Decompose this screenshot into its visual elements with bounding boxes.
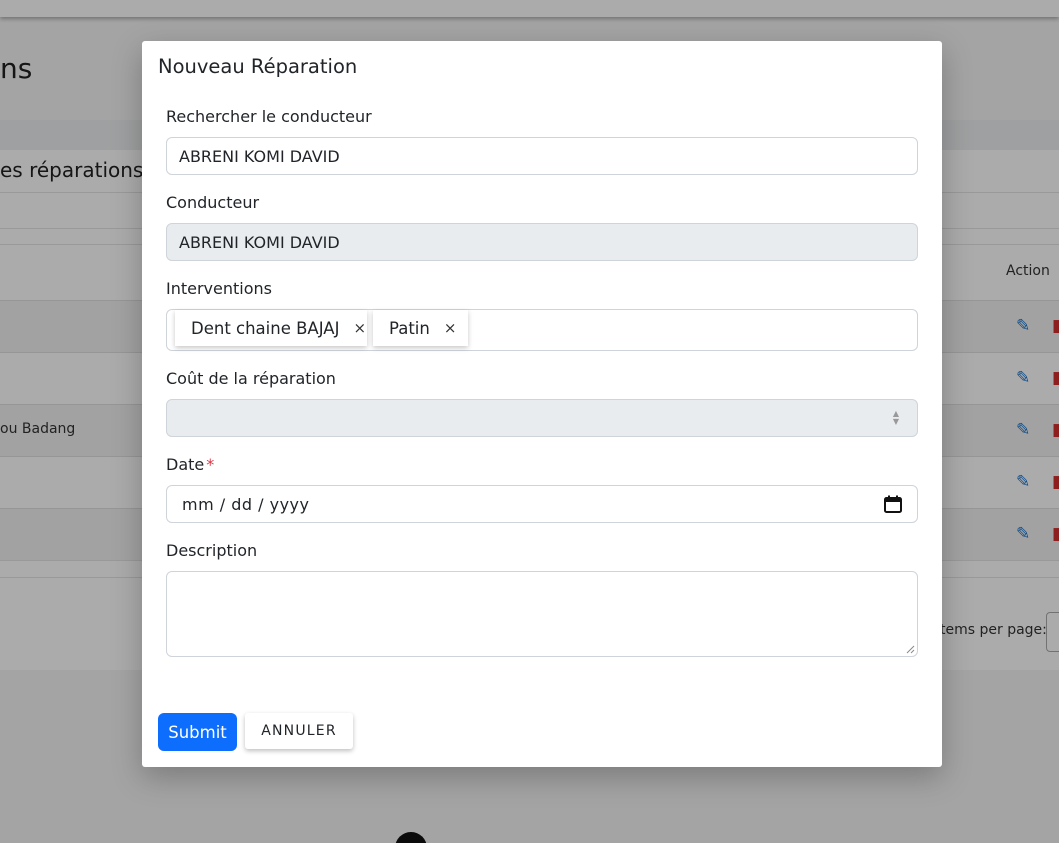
date-label-text: Date	[166, 455, 205, 474]
chip-label: Dent chaine BAJAJ	[191, 318, 340, 338]
driver-label: Conducteur	[166, 193, 260, 212]
submit-button[interactable]: Submit	[158, 713, 237, 751]
search-driver-value: ABRENI KOMI DAVID	[179, 146, 340, 166]
search-driver-input[interactable]: ABRENI KOMI DAVID	[166, 137, 918, 175]
description-textarea[interactable]	[166, 571, 918, 657]
interventions-multiselect[interactable]: Dent chaine BAJAJ × Patin ×	[166, 309, 918, 351]
dialog-title: Nouveau Réparation	[158, 55, 358, 78]
chip-remove-icon[interactable]: ×	[353, 319, 366, 337]
intervention-chip: Patin ×	[373, 310, 468, 346]
number-spinner-icon: ▲ ▼	[892, 409, 900, 426]
cost-label: Coût de la réparation	[166, 369, 336, 388]
interventions-label: Interventions	[166, 279, 272, 298]
new-repair-dialog: Nouveau Réparation Rechercher le conduct…	[142, 41, 942, 767]
required-mark: *	[206, 455, 215, 474]
chip-remove-icon[interactable]: ×	[444, 319, 457, 337]
resize-handle-icon[interactable]	[905, 644, 915, 654]
date-input[interactable]: mm / dd / yyyy	[166, 485, 918, 523]
driver-value: ABRENI KOMI DAVID	[179, 232, 340, 252]
cancel-button[interactable]: ANNULER	[245, 713, 353, 749]
calendar-icon[interactable]	[883, 495, 903, 513]
search-driver-label: Rechercher le conducteur	[166, 107, 372, 126]
intervention-chip: Dent chaine BAJAJ ×	[175, 310, 367, 346]
driver-field: ABRENI KOMI DAVID	[166, 223, 918, 261]
chip-label: Patin	[389, 318, 430, 338]
description-label: Description	[166, 541, 258, 560]
date-placeholder: mm / dd / yyyy	[182, 494, 310, 514]
cost-input: ▲ ▼	[166, 399, 918, 437]
date-label: Date *	[166, 455, 214, 474]
